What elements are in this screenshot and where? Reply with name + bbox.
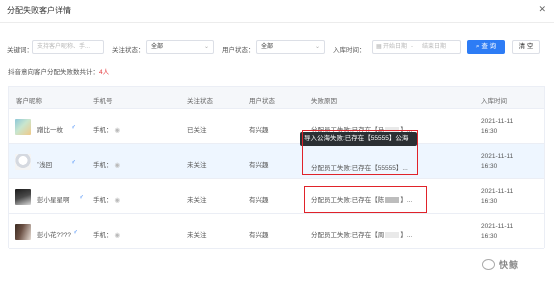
user-status-label: 用户状态：	[222, 47, 255, 54]
phone-label: 手机：	[93, 232, 113, 239]
phone: 手机： ◉	[93, 124, 120, 134]
import-date: 2021-11-11	[481, 188, 514, 195]
fail-reason[interactable]: 分配员工失败:已存在【周 】...	[311, 229, 412, 239]
table-row[interactable]: 彭小星星啊 ♂ 手机： ◉ 未关注 有兴趣 分配员工失败:已存在【陈】... 2…	[9, 179, 544, 214]
avatar	[15, 119, 31, 135]
user-status: 有兴趣	[249, 197, 269, 204]
import-time: 16:30	[481, 198, 498, 205]
keyword-label: 关键词：	[7, 47, 33, 54]
nickname: 彭小星星啊	[37, 197, 70, 204]
user-status-value: 全部	[261, 44, 274, 50]
header-phone: 手机号	[93, 98, 113, 105]
calendar-icon: ▦	[376, 44, 382, 50]
import-time: 16:30	[481, 128, 498, 135]
male-icon: ♂	[73, 229, 78, 236]
chevron-down-icon: ⌄	[203, 44, 209, 50]
import-time: 16:30	[481, 233, 498, 240]
wechat-icon	[482, 259, 495, 270]
avatar	[15, 189, 31, 205]
search-button[interactable]: ⌕ 查 询	[467, 40, 505, 54]
title-divider	[0, 22, 554, 23]
phone-label: 手机：	[93, 197, 113, 204]
failed-count-stat: 抖音意向客户分配失败数共计：4人	[8, 66, 109, 76]
search-icon: ⌕	[475, 43, 480, 50]
eye-icon[interactable]: ◉	[114, 232, 120, 239]
date-separator: -	[411, 44, 413, 50]
phone-label: 手机：	[93, 162, 113, 169]
header-import-time: 入库时间	[481, 98, 507, 105]
avatar	[15, 224, 31, 240]
fail-reason-text: 分配员工失败:已存在【周	[311, 232, 385, 239]
clear-button[interactable]: 清 空	[512, 40, 540, 54]
close-icon[interactable]: ✕	[538, 4, 546, 15]
header-nickname: 客户昵称	[16, 98, 42, 105]
dialog-title: 分配失败客户详情	[7, 6, 71, 15]
eye-icon[interactable]: ◉	[114, 162, 120, 169]
date-end[interactable]: 结束日期	[422, 41, 446, 53]
table-row[interactable]: 彭小花???? ♂ 手机： ◉ 未关注 有兴趣 分配员工失败:已存在【周 】...…	[9, 214, 544, 249]
follow-status-label: 关注状态：	[112, 47, 145, 54]
chevron-down-icon: ⌄	[314, 44, 320, 50]
import-time: 16:30	[481, 163, 498, 170]
eye-icon[interactable]: ◉	[114, 127, 120, 134]
phone: 手机： ◉	[93, 159, 120, 169]
male-icon: ♂	[79, 194, 84, 201]
user-status: 有兴趣	[249, 232, 269, 239]
header-follow-status: 关注状态	[187, 98, 213, 105]
nickname: 彭小花????	[37, 232, 71, 239]
phone: 手机： ◉	[93, 229, 120, 239]
avatar	[15, 154, 31, 170]
keyword-input[interactable]: 支持客户昵称、手...	[32, 40, 104, 54]
table-row[interactable]: 蹭比一枚 ♂ 手机： ◉ 已关注 有兴趣 分配员工失败:已存在【马】... 20…	[9, 109, 544, 144]
user-status: 有兴趣	[249, 127, 269, 134]
fail-reason-tail: 】...	[400, 232, 413, 239]
follow-status: 未关注	[187, 197, 207, 204]
date-start[interactable]: 开始日期	[383, 41, 407, 53]
watermark-logo: 快鲸	[482, 256, 546, 274]
eye-icon[interactable]: ◉	[114, 197, 120, 204]
import-date: 2021-11-11	[481, 223, 514, 230]
follow-status: 未关注	[187, 162, 207, 169]
table-header: 客户昵称 手机号 关注状态 用户状态 失败原因 入库时间	[9, 87, 544, 109]
user-status: 有兴趣	[249, 162, 269, 169]
stat-label: 抖音意向客户分配失败数共计：	[8, 69, 99, 76]
date-range-picker[interactable]: ▦ 开始日期 - 结束日期	[372, 40, 461, 54]
nickname: 蹭比一枚	[37, 127, 63, 134]
import-date: 2021-11-11	[481, 153, 514, 160]
phone-label: 手机：	[93, 127, 113, 134]
date-label: 入库时间：	[333, 47, 366, 54]
stat-count: 4人	[99, 69, 110, 76]
search-label: 查 询	[481, 43, 497, 50]
annotation-highlight-box	[304, 186, 427, 213]
follow-status: 未关注	[187, 232, 207, 239]
annotation-highlight-box	[302, 130, 418, 175]
phone: 手机： ◉	[93, 194, 120, 204]
header-fail-reason: 失败原因	[311, 98, 337, 105]
user-status-select[interactable]: 全部 ⌄	[256, 40, 325, 54]
male-icon: ♂	[71, 159, 76, 166]
redacted-name	[385, 232, 400, 239]
watermark-text: 快鲸	[499, 260, 520, 270]
male-icon: ♂	[71, 124, 76, 131]
follow-status-value: 全部	[151, 44, 164, 50]
follow-status: 已关注	[187, 127, 207, 134]
nickname: ˚浅回	[37, 162, 53, 169]
table-row[interactable]: ˚浅回 ♂ 手机： ◉ 未关注 有兴趣 分配员工失败:已存在【55555】...…	[9, 144, 544, 179]
failed-allocation-dialog: 分配失败客户详情 ✕ 关键词： 支持客户昵称、手... 关注状态： 全部 ⌄ 用…	[0, 0, 554, 290]
follow-status-select[interactable]: 全部 ⌄	[146, 40, 214, 54]
import-date: 2021-11-11	[481, 118, 514, 125]
header-user-status: 用户状态	[249, 98, 275, 105]
customer-table: 客户昵称 手机号 关注状态 用户状态 失败原因 入库时间 蹭比一枚 ♂ 手机： …	[8, 86, 545, 249]
